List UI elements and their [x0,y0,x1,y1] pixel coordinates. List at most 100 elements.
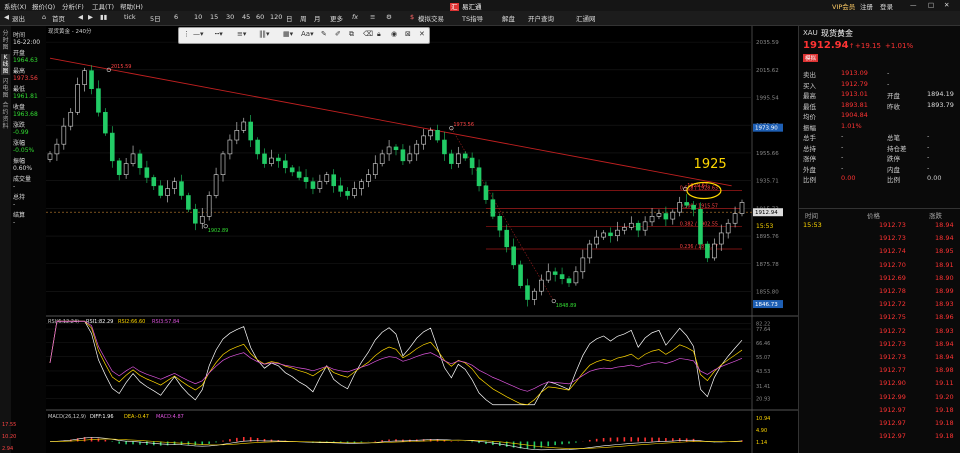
tick-row: 1912.97 19.18 [799,418,960,428]
candle-body [393,146,399,151]
minimize-icon[interactable]: — [910,1,917,9]
period-10[interactable]: 10 [194,13,202,21]
period-60[interactable]: 60 [256,13,264,21]
dash-style-icon[interactable]: ┅▾ [215,30,223,38]
account-query-button[interactable]: 开户查询 [528,13,554,23]
candle-body [539,279,544,292]
tick-cell: 1912.73 [879,339,906,348]
period-6[interactable]: 6 [174,13,178,21]
register-link[interactable]: 注册 [860,1,873,11]
tab-timeshare[interactable]: 分时图 [1,30,10,51]
color-icon[interactable]: ▦▾ [283,30,293,38]
menu-quote[interactable]: 报价(Q) [32,1,55,11]
period-30[interactable]: 30 [226,13,234,21]
settings-icon[interactable]: ⚙ [386,13,392,21]
login-link[interactable]: 登录 [880,1,893,11]
ts-guide-button[interactable]: TS指导 [462,13,483,23]
more-button[interactable]: 更多 [330,13,343,23]
stat-row: 外盘 - 内盘 - [799,163,960,174]
candle-body [338,185,343,192]
vip-link[interactable]: VIP会员 [832,1,855,11]
eraser-icon[interactable]: ⌫ [363,30,373,38]
stat-cell: 0.00 [841,174,856,182]
tick-row: 1912.73 18.94 [799,339,960,349]
candle-body [317,181,323,189]
period-tick[interactable]: tick [124,13,136,21]
candle-body [206,195,212,217]
close-toolbar-icon[interactable]: ✕ [419,30,425,38]
candle-body [116,160,122,175]
info-row: 16-22:00 [13,39,41,46]
tick-row: 1912.72 18.93 [799,299,960,309]
period-month[interactable]: 月 [314,13,321,23]
stat-cell: 1.01% [841,121,862,130]
indicator-icon[interactable]: ≡ [370,13,375,21]
cursor-icon[interactable]: ⋮ [183,30,190,38]
tick-cell: 19.18 [935,419,954,427]
period-45[interactable]: 45 [242,13,250,21]
font-icon[interactable]: Aa▾ [301,30,314,38]
candle-body [449,153,454,164]
maximize-icon[interactable]: □ [928,1,934,9]
tick-cell: 18.90 [935,273,954,282]
stat-cell: 1893.79 [927,100,954,109]
copy-icon[interactable]: ⧉ [349,30,354,39]
lock-icon[interactable]: 🔒︎ [377,30,381,39]
chart-type-icon[interactable]: ▮▮ [100,13,107,21]
bar-style-icon[interactable]: ‖‖▾ [259,30,270,38]
simulate-button[interactable]: 模拟 [803,54,819,62]
candle-body [199,216,205,224]
close-icon[interactable]: ✕ [944,1,949,9]
analysis-button[interactable]: 解盘 [502,13,515,23]
candle-body [282,160,288,169]
nav-prev-icon[interactable]: ◀ [78,13,83,21]
line-width-icon[interactable]: ≡▾ [237,30,246,38]
current-time-label: 15:53 [756,223,773,230]
period-day[interactable]: 日 [286,13,293,23]
sim-trade-button[interactable]: 模拟交易 [418,13,444,23]
candle-body [96,88,101,113]
tab-kline[interactable]: K线图 [1,54,10,75]
edit-icon[interactable]: ✐ [335,30,341,38]
delete-icon[interactable]: ⊠ [405,30,411,38]
stat-cell: 卖出 [803,71,816,79]
home-icon[interactable]: ⌂ [42,13,46,21]
period-15[interactable]: 15 [210,13,218,21]
candle-body [573,271,579,284]
menu-system[interactable]: 系统(X) [4,1,27,11]
period-120[interactable]: 120 [270,13,282,21]
pen-icon[interactable]: ✎ [321,30,327,38]
candle-body [649,216,655,223]
stat-cell: 比例 [803,176,816,184]
period-week[interactable]: 周 [300,13,307,23]
macd-left-tick: 10.20 [2,434,17,440]
menu-analysis[interactable]: 分析(F) [62,1,84,11]
nav-next-icon[interactable]: ▶ [88,13,93,21]
menu-tools[interactable]: 工具(T) [92,1,114,11]
eye-icon[interactable]: ◉ [391,30,397,38]
tick-cell: 18.96 [935,313,954,322]
menu-help[interactable]: 帮助(H) [120,1,143,11]
candle-body [165,188,170,196]
stat-cell: - [841,142,844,151]
candle-body [213,174,219,196]
period-5d[interactable]: 5日 [150,13,161,23]
candle-body [462,153,468,159]
stat-row: 总手 - 总笔 - [799,131,960,142]
price-chart[interactable]: 2035.592015.621995.541975.661955.661935.… [46,26,798,453]
line-style-icon[interactable]: —▾ [193,30,204,38]
extreme-label: 2015.59 [111,64,132,70]
tab-flash[interactable]: 闪电图 [1,78,10,99]
back-button[interactable]: 退出 [12,13,25,23]
candle-body [82,70,87,85]
y-tick-label: 1855.80 [756,289,779,295]
back-icon[interactable]: ◀ [4,13,9,21]
huitong-button[interactable]: 汇通网 [576,13,596,23]
info-row: 振幅 [13,158,26,165]
stat-cell: - [841,153,844,161]
formula-button[interactable]: fx [352,13,358,21]
y-tick-label: 1935.71 [756,179,779,185]
home-button[interactable]: 首页 [52,13,65,23]
tab-contract-info[interactable]: 合约资料 [1,102,10,130]
info-row: 开盘 [13,50,26,57]
